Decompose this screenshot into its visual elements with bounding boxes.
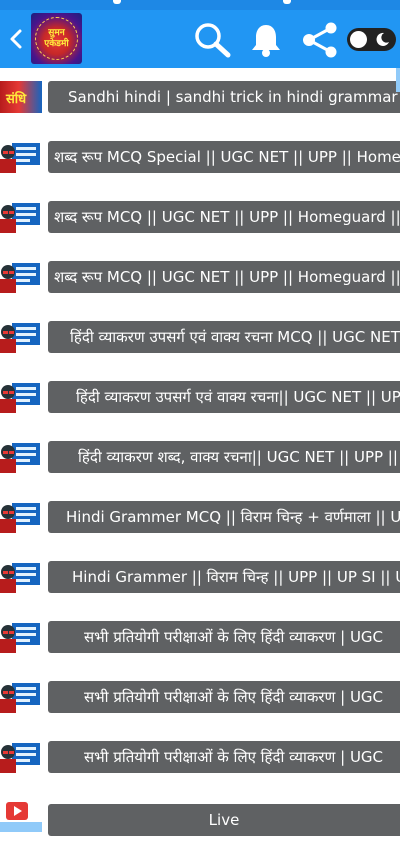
- moon-icon: [376, 32, 389, 46]
- video-thumbnail: [0, 741, 42, 773]
- bell-icon[interactable]: [250, 22, 282, 58]
- video-title-pill[interactable]: Hindi Grammer || विराम चिन्ह || UPP || U…: [48, 561, 400, 593]
- video-item[interactable]: संधि Sandhi hindi | sandhi trick in hind…: [0, 68, 400, 128]
- video-title: हिंदी व्याकरण उपसर्ग एवं वाक्य रचना MCQ …: [70, 328, 400, 346]
- video-title: शब्द रूप MCQ || UGC NET || UPP || Homegu…: [54, 208, 400, 226]
- video-item[interactable]: हिंदी व्याकरण शब्द, वाक्य रचना|| UGC NET…: [0, 428, 400, 488]
- dark-mode-toggle[interactable]: [347, 28, 396, 51]
- video-title-pill[interactable]: हिंदी व्याकरण उपसर्ग एवं वाक्य रचना MCQ …: [48, 321, 400, 353]
- video-title: Hindi Grammer MCQ || विराम चिन्ह + वर्णम…: [66, 508, 400, 526]
- video-list: संधि Sandhi hindi | sandhi trick in hind…: [0, 68, 400, 836]
- video-title: सभी प्रतियोगी परीक्षाओं के लिए हिंदी व्य…: [84, 628, 384, 646]
- share-icon[interactable]: [300, 22, 340, 58]
- video-title-pill[interactable]: शब्द रूप MCQ Special || UGC NET || UPP |…: [48, 141, 400, 173]
- video-item[interactable]: Hindi Grammer MCQ || विराम चिन्ह + वर्णम…: [0, 488, 400, 548]
- video-title-pill[interactable]: शब्द रूप MCQ || UGC NET || UPP || Homegu…: [48, 201, 400, 233]
- video-thumbnail: [0, 501, 42, 533]
- video-item[interactable]: शब्द रूप MCQ || UGC NET || UPP || Homegu…: [0, 188, 400, 248]
- toggle-knob: [350, 31, 367, 48]
- video-item[interactable]: हिंदी व्याकरण उपसर्ग एवं वाक्य रचना|| UG…: [0, 368, 400, 428]
- video-title-pill[interactable]: सभी प्रतियोगी परीक्षाओं के लिए हिंदी व्य…: [48, 741, 400, 773]
- status-bar: [0, 0, 400, 10]
- status-indicator: [283, 0, 291, 4]
- search-icon[interactable]: [193, 22, 233, 58]
- video-thumbnail: [0, 621, 42, 653]
- video-item[interactable]: हिंदी व्याकरण उपसर्ग एवं वाक्य रचना MCQ …: [0, 308, 400, 368]
- video-title-pill[interactable]: सभी प्रतियोगी परीक्षाओं के लिए हिंदी व्य…: [48, 621, 400, 653]
- channel-logo: सुमन एकेडमी: [31, 13, 82, 64]
- video-thumbnail: [0, 381, 42, 413]
- video-thumbnail: [0, 561, 42, 593]
- video-title: शब्द रूप MCQ || UGC NET || UPP || Homegu…: [54, 268, 400, 286]
- video-thumbnail: [0, 681, 42, 713]
- video-thumbnail: [0, 441, 42, 473]
- video-item[interactable]: शब्द रूप MCQ Special || UGC NET || UPP |…: [0, 128, 400, 188]
- video-title-pill[interactable]: Hindi Grammer MCQ || विराम चिन्ह + वर्णम…: [48, 501, 400, 533]
- video-item[interactable]: सभी प्रतियोगी परीक्षाओं के लिए हिंदी व्य…: [0, 728, 400, 788]
- thumbnail-text: संधि: [6, 92, 27, 107]
- video-thumbnail: [0, 261, 42, 293]
- video-item[interactable]: सभी प्रतियोगी परीक्षाओं के लिए हिंदी व्य…: [0, 668, 400, 728]
- video-title: सभी प्रतियोगी परीक्षाओं के लिए हिंदी व्य…: [84, 688, 384, 706]
- chevron-left-icon[interactable]: [6, 24, 26, 54]
- video-title-pill[interactable]: सभी प्रतियोगी परीक्षाओं के लिए हिंदी व्य…: [48, 681, 400, 713]
- video-title: Live: [208, 811, 240, 829]
- live-thumbnail: [0, 800, 42, 832]
- video-title: शब्द रूप MCQ Special || UGC NET || UPP |…: [54, 148, 400, 166]
- video-thumbnail: संधि: [0, 81, 42, 113]
- video-item[interactable]: Hindi Grammer || विराम चिन्ह || UPP || U…: [0, 548, 400, 608]
- video-item[interactable]: सभी प्रतियोगी परीक्षाओं के लिए हिंदी व्य…: [0, 608, 400, 668]
- logo-text-line1: सुमन: [48, 28, 65, 38]
- video-title: Sandhi hindi | sandhi trick in hindi gra…: [68, 88, 400, 106]
- video-item[interactable]: Live: [0, 788, 400, 848]
- app-header: सुमन एकेडमी: [0, 10, 400, 68]
- logo-text-line2: एकेडमी: [44, 39, 69, 49]
- video-thumbnail: [0, 141, 42, 173]
- video-item[interactable]: शब्द रूप MCQ || UGC NET || UPP || Homegu…: [0, 248, 400, 308]
- video-thumbnail: [0, 321, 42, 353]
- video-title: हिंदी व्याकरण शब्द, वाक्य रचना|| UGC NET…: [78, 448, 398, 466]
- status-indicator: [113, 0, 121, 4]
- video-title: हिंदी व्याकरण उपसर्ग एवं वाक्य रचना|| UG…: [76, 388, 400, 406]
- video-title-pill[interactable]: हिंदी व्याकरण शब्द, वाक्य रचना|| UGC NET…: [48, 441, 400, 473]
- video-title-pill[interactable]: हिंदी व्याकरण उपसर्ग एवं वाक्य रचना|| UG…: [48, 381, 400, 413]
- video-title: Hindi Grammer || विराम चिन्ह || UPP || U…: [72, 568, 400, 586]
- video-thumbnail: [0, 201, 42, 233]
- video-title-pill[interactable]: शब्द रूप MCQ || UGC NET || UPP || Homegu…: [48, 261, 400, 293]
- scrollbar[interactable]: [396, 68, 400, 92]
- video-title-pill[interactable]: Sandhi hindi | sandhi trick in hindi gra…: [48, 81, 400, 113]
- video-title-pill[interactable]: Live: [48, 804, 400, 836]
- video-title: सभी प्रतियोगी परीक्षाओं के लिए हिंदी व्य…: [84, 748, 384, 766]
